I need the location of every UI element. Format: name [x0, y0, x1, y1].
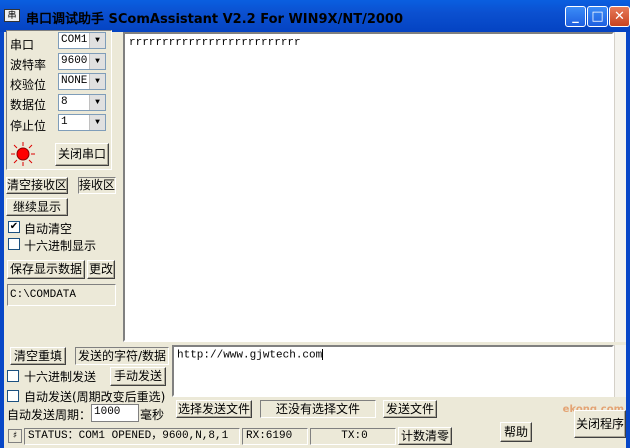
status-led-icon: [11, 142, 35, 166]
hex-display-label: 十六进制显示: [24, 239, 97, 253]
baud-select[interactable]: 9600 ▼: [58, 53, 106, 70]
chevron-down-icon: ▼: [89, 54, 105, 69]
status-icon: ♯: [8, 429, 22, 443]
minimize-icon[interactable]: _: [565, 6, 586, 27]
continue-display-button[interactable]: 继续显示: [6, 198, 68, 216]
file-status-display: 还没有选择文件: [260, 400, 376, 418]
help-button[interactable]: 帮助: [500, 422, 532, 442]
send-content: http://www.gjwtech.com: [177, 349, 323, 362]
change-path-button[interactable]: 更改: [87, 260, 115, 279]
receive-textarea[interactable]: rrrrrrrrrrrrrrrrrrrrrrrrrr: [123, 32, 614, 342]
databits-value: 8: [61, 96, 68, 108]
send-area-label: 发送的字符/数据: [75, 347, 169, 365]
clear-receive-button[interactable]: 清空接收区: [6, 177, 68, 194]
window-border-right: [626, 32, 630, 448]
baud-value: 9600: [61, 55, 88, 67]
databits-label: 数据位: [10, 98, 47, 112]
chevron-down-icon: ▼: [89, 33, 105, 48]
auto-send-checkbox[interactable]: [7, 390, 19, 402]
select-file-button[interactable]: 选择发送文件: [176, 400, 252, 418]
port-select[interactable]: COM1 ▼: [58, 32, 106, 49]
stopbits-select[interactable]: 1 ▼: [58, 114, 106, 131]
window-title: 串口调试助手 SComAssistant V2.2 For WIN9X/NT/2…: [26, 12, 404, 27]
close-icon[interactable]: ✕: [609, 6, 630, 27]
chevron-down-icon: ▼: [89, 95, 105, 110]
send-file-button[interactable]: 发送文件: [383, 400, 437, 418]
port-value: COM1: [61, 34, 88, 46]
clear-send-button[interactable]: 清空重填: [10, 347, 66, 365]
save-path-display: C:\COMDATA: [7, 284, 116, 306]
hex-send-label: 十六进制发送: [24, 370, 97, 384]
parity-select[interactable]: NONE ▼: [58, 73, 106, 90]
receive-area-label: 接收区: [78, 177, 116, 194]
reset-count-button[interactable]: 计数清零: [398, 427, 452, 445]
hex-send-checkbox[interactable]: [7, 370, 19, 382]
rx-counter: RX:6190: [242, 428, 308, 445]
period-unit: 毫秒: [140, 408, 165, 422]
status-text: STATUS：COM1 OPENED，9600,N,8,1: [24, 428, 240, 445]
receive-scrollbar[interactable]: [614, 32, 626, 342]
stopbits-label: 停止位: [10, 119, 47, 133]
auto-clear-label: 自动清空: [24, 222, 73, 236]
parity-value: NONE: [61, 75, 88, 87]
period-label: 自动发送周期：: [7, 408, 92, 422]
tx-counter: TX:0: [310, 428, 396, 445]
app-icon: 串: [4, 9, 20, 22]
chevron-down-icon: ▼: [89, 74, 105, 89]
checkmark-icon: ✔: [9, 221, 19, 232]
port-label: 串口: [10, 38, 35, 52]
save-data-button[interactable]: 保存显示数据: [7, 260, 85, 279]
baud-label: 波特率: [10, 58, 47, 72]
receive-content: rrrrrrrrrrrrrrrrrrrrrrrrrr: [129, 37, 301, 49]
exit-program-button[interactable]: 关闭程序: [574, 410, 626, 438]
close-port-button[interactable]: 关闭串口: [55, 143, 109, 166]
maximize-icon[interactable]: □: [587, 6, 608, 27]
manual-send-button[interactable]: 手动发送: [110, 367, 166, 386]
hex-display-checkbox[interactable]: [8, 238, 20, 250]
auto-clear-checkbox[interactable]: ✔: [8, 221, 20, 233]
databits-select[interactable]: 8 ▼: [58, 94, 106, 111]
text-cursor: [322, 349, 324, 360]
auto-send-label: 自动发送(周期改变后重选): [24, 390, 166, 404]
parity-label: 校验位: [10, 78, 47, 92]
period-input[interactable]: 1000: [91, 404, 139, 422]
stopbits-value: 1: [61, 116, 68, 128]
chevron-down-icon: ▼: [89, 115, 105, 130]
window-border-left: [0, 32, 4, 448]
